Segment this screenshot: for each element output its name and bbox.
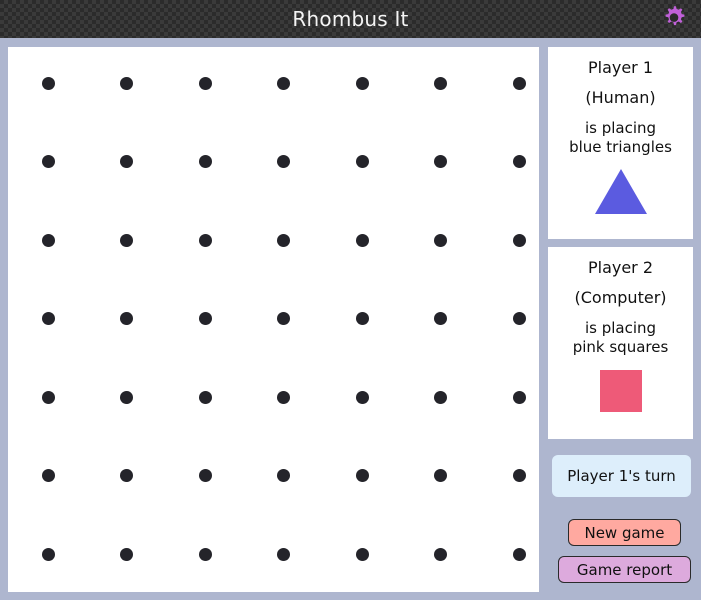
player-2-name: Player 2 [587,258,654,277]
player-2-kind: (Computer) [574,288,667,307]
blue-triangle-icon [594,168,647,214]
board-dot[interactable] [277,390,290,404]
board-dot[interactable] [434,76,447,90]
game-report-button[interactable]: Game report [558,556,691,583]
board-dot[interactable] [120,547,133,561]
board-dot[interactable] [41,547,55,561]
board-dot[interactable] [120,76,133,90]
board-dot[interactable] [355,233,369,247]
board-dot[interactable] [198,390,212,404]
player-2-panel: Player 2 (Computer) is placing pink squa… [548,247,693,439]
pink-square-icon [599,370,642,412]
board-dot[interactable] [355,390,369,404]
player-1-shape-preview [548,165,693,217]
board-dot[interactable] [512,390,526,404]
board-dot[interactable] [41,233,55,247]
board-dot[interactable] [434,155,447,168]
board-dot[interactable] [120,155,133,168]
app-root: Rhombus It Player 1 (Human) is placing b… [0,0,701,600]
board-dot[interactable] [41,390,55,404]
board-dot[interactable] [512,469,526,482]
board-dot[interactable] [277,233,290,247]
board-dot[interactable] [198,312,212,325]
player-1-action-line-2: blue triangles [569,138,672,156]
board-dot[interactable] [198,233,212,247]
board-dot[interactable] [198,469,212,482]
title-bar: Rhombus It [0,0,701,38]
board-dot[interactable] [512,233,526,247]
board-dot[interactable] [120,469,133,482]
sidebar: Player 1 (Human) is placing blue triangl… [548,47,693,592]
player-1-name: Player 1 [587,58,654,77]
player-1-panel: Player 1 (Human) is placing blue triangl… [548,47,693,239]
board-dot[interactable] [512,547,526,561]
board-dot[interactable] [434,547,447,561]
board-dot[interactable] [41,469,55,482]
board-dot[interactable] [512,312,526,325]
board-dot[interactable] [277,547,290,561]
player-2-action-line-1: is placing [584,319,657,337]
board-dot[interactable] [41,76,55,90]
player-1-kind: (Human) [585,88,656,107]
board-dot[interactable] [277,76,290,90]
player-1-action-line-1: is placing [584,119,657,137]
board-dot[interactable] [277,469,290,482]
player-2-action-line-2: pink squares [572,338,669,356]
board-dot[interactable] [120,233,133,247]
board-dot[interactable] [434,233,447,247]
board-dot[interactable] [120,312,133,325]
board-dot[interactable] [355,155,369,168]
board-dot[interactable] [512,76,526,90]
board-dot[interactable] [277,312,290,325]
board-dot[interactable] [120,390,133,404]
new-game-button[interactable]: New game [568,519,681,546]
board-dot[interactable] [434,390,447,404]
gear-icon [660,4,688,35]
board-dot[interactable] [355,312,369,325]
board-dot[interactable] [198,76,212,90]
board-dot[interactable] [355,547,369,561]
player-2-shape-preview [548,365,693,417]
app-title: Rhombus It [292,7,409,31]
board-dot[interactable] [512,155,526,168]
turn-status-badge: Player 1's turn [552,455,691,497]
settings-gear-button[interactable] [659,4,689,34]
board-dot[interactable] [41,312,55,325]
board-dot[interactable] [198,155,212,168]
board-dot[interactable] [41,155,55,168]
board-dot[interactable] [277,155,290,168]
board-dot[interactable] [355,469,369,482]
board-dot[interactable] [355,76,369,90]
board-dot[interactable] [198,547,212,561]
board-dot[interactable] [434,312,447,325]
game-board[interactable] [8,47,539,592]
board-dot[interactable] [434,469,447,482]
